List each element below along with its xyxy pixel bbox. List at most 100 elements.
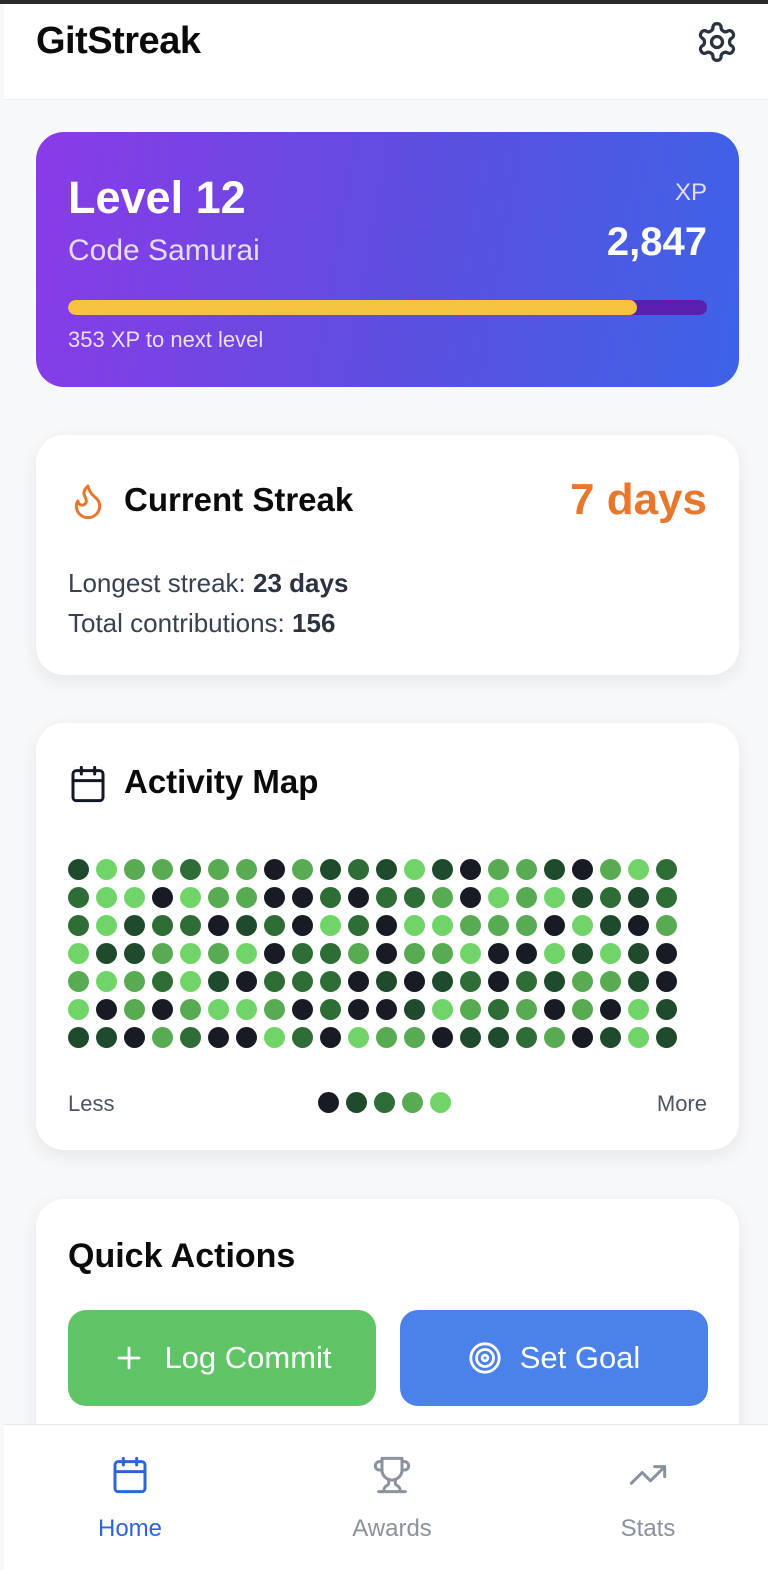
settings-button[interactable] (693, 18, 741, 66)
activity-cell (348, 887, 369, 908)
activity-cell (96, 999, 117, 1020)
activity-cell (656, 943, 677, 964)
activity-cell (572, 859, 593, 880)
calendar-icon (68, 764, 108, 804)
activity-cell (628, 887, 649, 908)
activity-cell (348, 859, 369, 880)
set-goal-label: Set Goal (519, 1340, 641, 1375)
activity-cell (544, 999, 565, 1020)
activity-cell (96, 943, 117, 964)
activity-cell (600, 999, 621, 1020)
activity-cell (628, 971, 649, 992)
activity-cell (152, 971, 173, 992)
activity-cell (124, 999, 145, 1020)
activity-cell (180, 859, 201, 880)
streak-value: 7 days (570, 475, 707, 524)
activity-cell (236, 887, 257, 908)
longest-streak-value: 23 days (253, 568, 349, 598)
activity-cell (572, 915, 593, 936)
activity-cell (656, 971, 677, 992)
nav-label-awards: Awards (352, 1515, 432, 1542)
nav-item-home[interactable]: Home (50, 1455, 210, 1545)
activity-cell (432, 999, 453, 1020)
activity-cell (404, 943, 425, 964)
activity-cell (516, 943, 537, 964)
activity-cell (320, 915, 341, 936)
nav-label-home: Home (97, 1515, 163, 1542)
activity-cell (572, 1027, 593, 1048)
nav-item-awards[interactable]: Awards (312, 1455, 472, 1545)
activity-cell (68, 943, 89, 964)
activity-title: Activity Map (124, 763, 319, 800)
activity-cell (404, 915, 425, 936)
next-level-text: 353 XP to next level (68, 327, 264, 352)
activity-cell (656, 859, 677, 880)
activity-cell (292, 971, 313, 992)
activity-cell (488, 887, 509, 908)
activity-cell (460, 915, 481, 936)
activity-cell (460, 943, 481, 964)
activity-cell (320, 887, 341, 908)
activity-cell (208, 859, 229, 880)
activity-cell (404, 999, 425, 1020)
activity-cell (348, 943, 369, 964)
gear-icon (698, 22, 736, 62)
activity-cell (264, 943, 285, 964)
xp-progress-bar (68, 300, 707, 315)
activity-cell (432, 887, 453, 908)
activity-cell (68, 859, 89, 880)
activity-cell (600, 859, 621, 880)
log-commit-button[interactable]: Log Commit (68, 1310, 376, 1406)
activity-cell (432, 915, 453, 936)
activity-cell (292, 999, 313, 1020)
trophy-icon (372, 1455, 412, 1495)
activity-cell (152, 859, 173, 880)
total-contributions: Total contributions: 156 (68, 608, 335, 639)
activity-cell (376, 999, 397, 1020)
activity-cell (320, 1027, 341, 1048)
activity-cell (152, 1027, 173, 1048)
activity-cell (488, 859, 509, 880)
activity-cell (152, 915, 173, 936)
activity-cell (544, 1027, 565, 1048)
activity-cell (572, 999, 593, 1020)
activity-cell (292, 1027, 313, 1048)
plus-icon (112, 1341, 146, 1375)
activity-cell (236, 999, 257, 1020)
activity-cell (628, 859, 649, 880)
activity-cell (376, 859, 397, 880)
activity-cell (320, 971, 341, 992)
legend-level-dot (318, 1092, 339, 1113)
activity-cell (96, 915, 117, 936)
activity-cell (516, 1027, 537, 1048)
activity-cell (152, 999, 173, 1020)
activity-cell (544, 971, 565, 992)
activity-cell (460, 999, 481, 1020)
activity-cell (516, 999, 537, 1020)
activity-cell (600, 915, 621, 936)
activity-cell (124, 859, 145, 880)
activity-cell (656, 887, 677, 908)
total-contributions-label: Total contributions: (68, 608, 285, 638)
activity-cell (348, 1027, 369, 1048)
nav-item-stats[interactable]: Stats (568, 1455, 728, 1545)
level-label: Level 12 (68, 172, 246, 223)
activity-cell (152, 943, 173, 964)
activity-cell (96, 887, 117, 908)
set-goal-button[interactable]: Set Goal (400, 1310, 708, 1406)
activity-cell (516, 887, 537, 908)
activity-cell (124, 887, 145, 908)
level-card: Level 12 Code Samurai XP 2,847 353 XP to… (36, 132, 739, 387)
activity-cell (600, 943, 621, 964)
activity-cell (516, 971, 537, 992)
activity-cell (628, 943, 649, 964)
activity-cell (180, 943, 201, 964)
activity-cell (348, 915, 369, 936)
activity-cell (96, 1027, 117, 1048)
bottom-nav: Home Awards Stats (4, 1424, 768, 1570)
calendar-icon (110, 1455, 150, 1495)
activity-legend (318, 1092, 452, 1114)
activity-cell (460, 887, 481, 908)
activity-cell (180, 915, 201, 936)
activity-cell (376, 887, 397, 908)
